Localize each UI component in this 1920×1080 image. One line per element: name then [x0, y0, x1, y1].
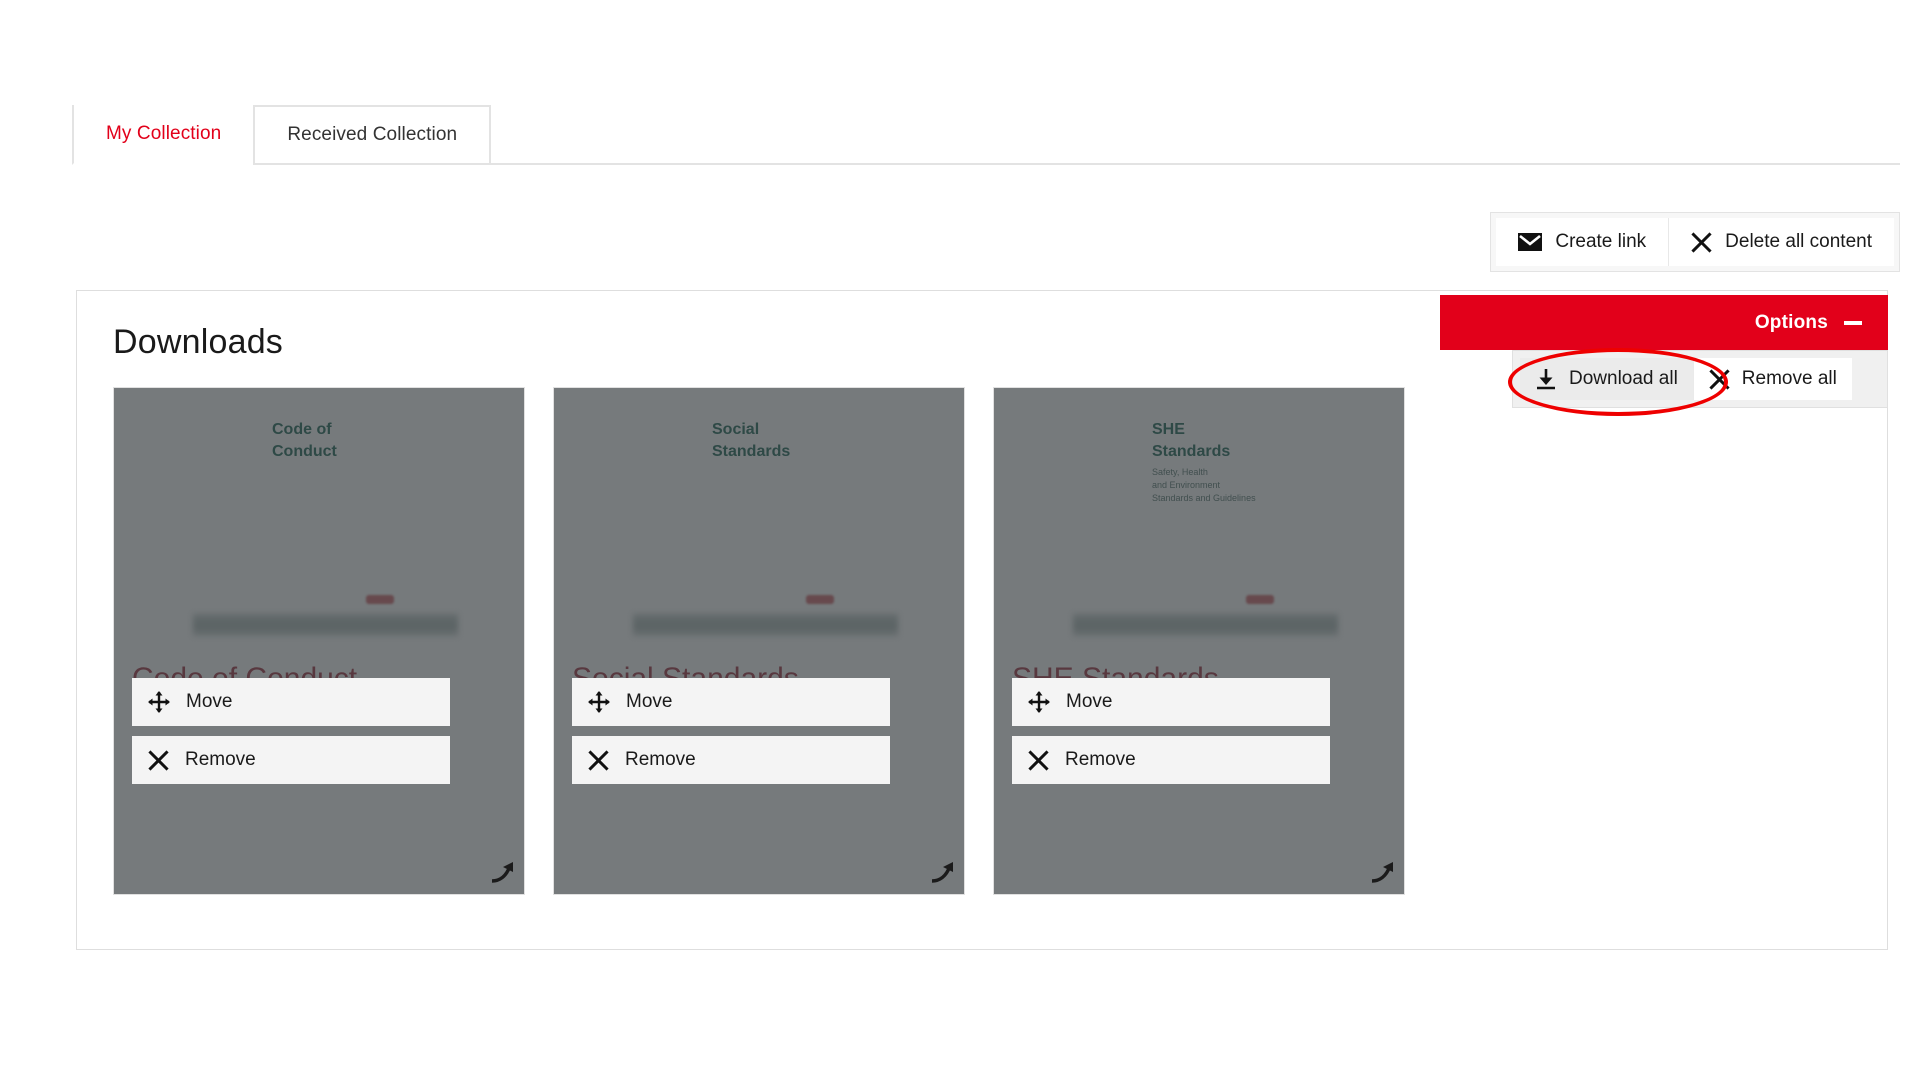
close-x-icon	[1709, 368, 1730, 390]
remove-all-button[interactable]: Remove all	[1692, 358, 1852, 400]
card-remove-button[interactable]: Remove	[132, 736, 450, 784]
close-x-icon	[148, 749, 169, 771]
move-arrows-icon	[588, 691, 610, 713]
card-hover-overlay	[114, 388, 524, 894]
tab-received-collection-label: Received Collection	[287, 124, 458, 145]
minus-icon	[1844, 320, 1862, 325]
card-move-button[interactable]: Move	[572, 678, 890, 726]
tab-my-collection[interactable]: My Collection	[72, 105, 254, 165]
options-label: Options	[1754, 311, 1828, 333]
collection-toolbar: Create link Delete all content	[1490, 212, 1900, 272]
expand-arrow-icon[interactable]	[1369, 859, 1395, 885]
collection-page: My Collection Received Collection Create…	[0, 0, 1920, 1080]
downloads-card-list: Code of Conduct Code of Conduct	[113, 387, 1405, 895]
card-remove-label: Remove	[625, 749, 696, 770]
card-remove-button[interactable]: Remove	[572, 736, 890, 784]
collection-card[interactable]: Social Standards Social Standards	[553, 387, 965, 895]
card-remove-label: Remove	[1065, 749, 1136, 770]
download-all-button[interactable]: Download all	[1520, 358, 1693, 400]
card-hover-overlay	[554, 388, 964, 894]
envelope-icon	[1518, 233, 1543, 251]
expand-arrow-icon[interactable]	[489, 859, 515, 885]
card-action-group: Move Remove	[132, 678, 450, 784]
card-action-group: Move Remove	[1012, 678, 1330, 784]
close-x-icon	[588, 749, 609, 771]
page-title: Downloads	[113, 323, 284, 361]
card-move-label: Move	[1066, 691, 1113, 712]
card-move-label: Move	[626, 691, 673, 712]
download-icon	[1535, 368, 1557, 390]
options-menu: Download all Remove all	[1512, 350, 1888, 408]
card-remove-label: Remove	[185, 749, 256, 770]
remove-all-label: Remove all	[1741, 368, 1837, 389]
collection-tabs: My Collection Received Collection	[72, 105, 1900, 165]
create-link-button[interactable]: Create link	[1496, 218, 1669, 266]
move-arrows-icon	[148, 691, 170, 713]
card-action-group: Move Remove	[572, 678, 890, 784]
move-arrows-icon	[1028, 691, 1050, 713]
card-remove-button[interactable]: Remove	[1012, 736, 1330, 784]
create-link-label: Create link	[1555, 231, 1647, 252]
collection-card[interactable]: Code of Conduct Code of Conduct	[113, 387, 525, 895]
download-all-label: Download all	[1569, 368, 1678, 389]
card-move-button[interactable]: Move	[132, 678, 450, 726]
tab-received-collection[interactable]: Received Collection	[253, 105, 492, 163]
expand-arrow-icon[interactable]	[929, 859, 955, 885]
delete-all-content-button[interactable]: Delete all content	[1668, 218, 1894, 266]
card-hover-overlay	[994, 388, 1404, 894]
card-move-button[interactable]: Move	[1012, 678, 1330, 726]
close-x-icon	[1028, 749, 1049, 771]
close-x-icon	[1691, 231, 1712, 253]
collection-card[interactable]: SHE Standards Safety, Health and Environ…	[993, 387, 1405, 895]
options-bar[interactable]: Options	[1440, 295, 1888, 350]
tab-my-collection-label: My Collection	[106, 123, 222, 144]
delete-all-content-label: Delete all content	[1725, 231, 1872, 252]
card-move-label: Move	[186, 691, 233, 712]
